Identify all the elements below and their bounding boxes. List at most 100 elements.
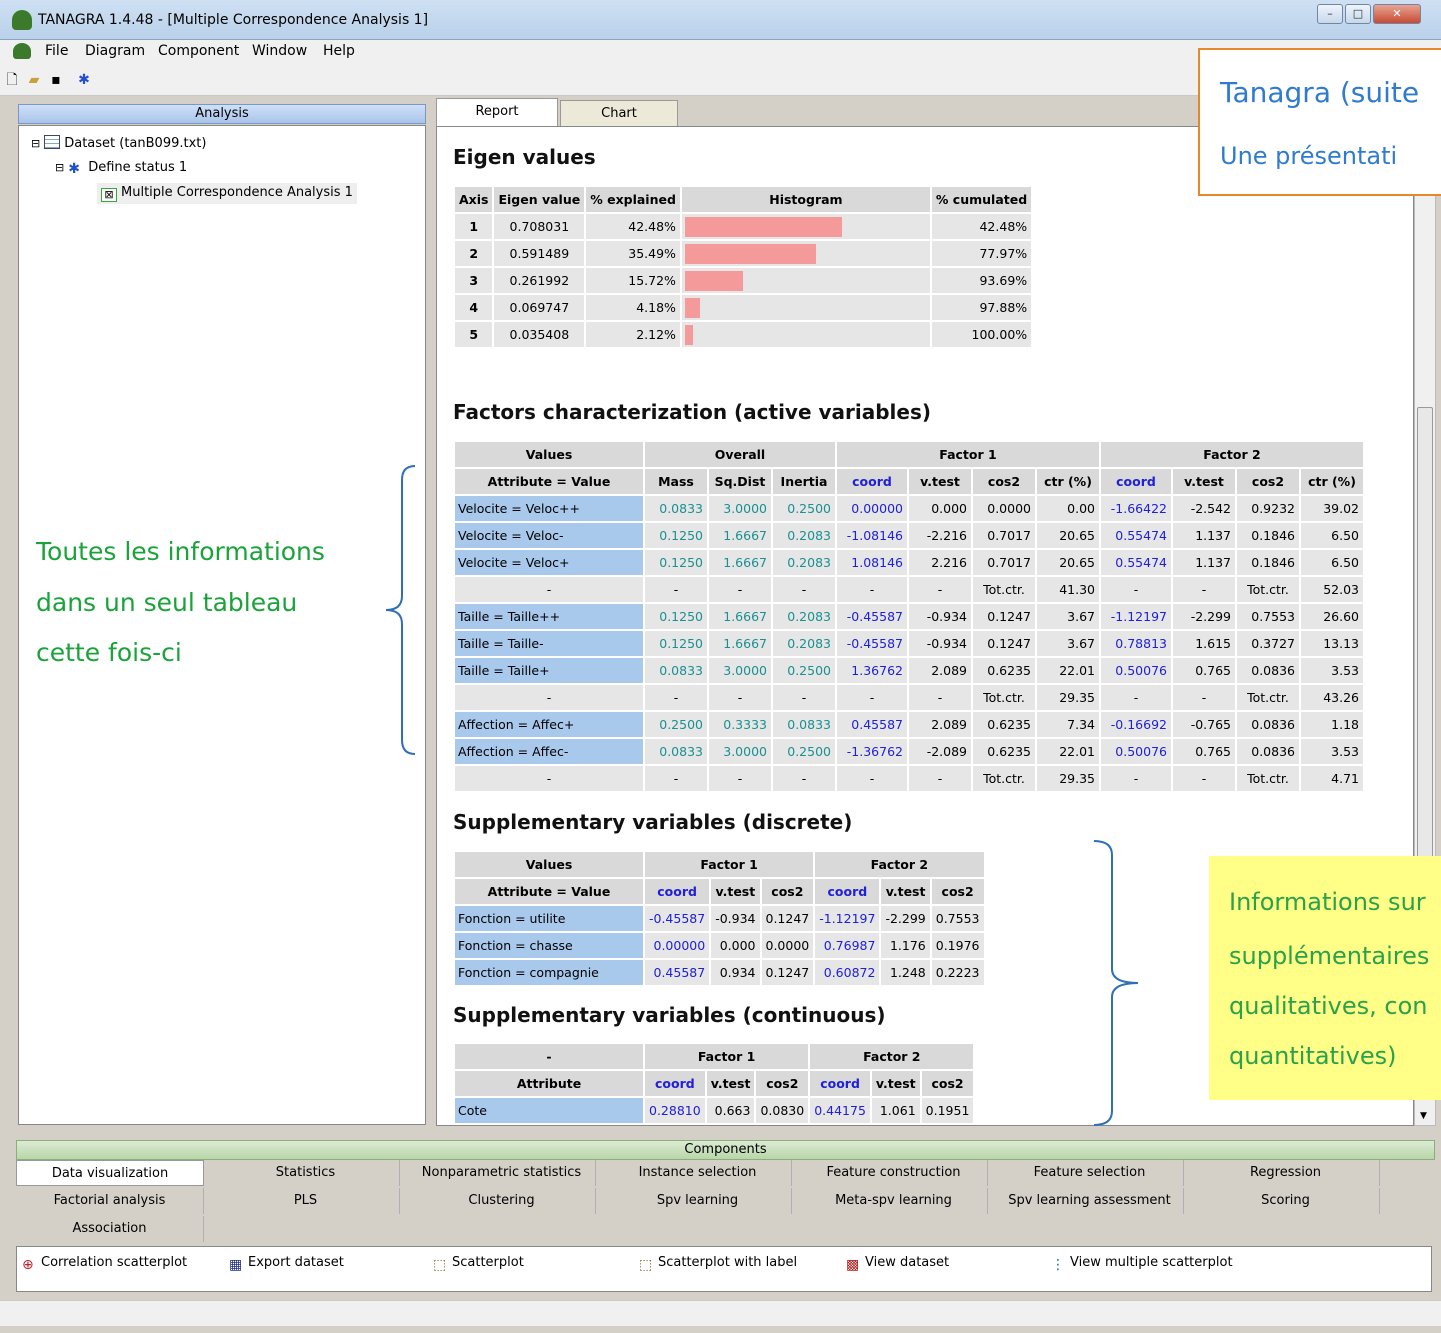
eigen-row: 5 0.035408 2.12% 100.00% <box>455 322 1032 347</box>
menu-window[interactable]: Window <box>252 43 307 59</box>
scroll-thumb[interactable] <box>1417 407 1433 867</box>
table-cell: 0.50076 <box>1101 739 1171 764</box>
table-cell: 0.0000 <box>761 933 814 958</box>
table-cell: 29.35 <box>1037 685 1099 710</box>
table-cell: 0.00000 <box>645 933 710 958</box>
component-item[interactable]: ⊕ Correlation scatterplot <box>22 1255 187 1273</box>
column-header: coord <box>645 1071 705 1096</box>
table-cell: Taille = Taille- <box>455 631 643 656</box>
table-cell: 13.13 <box>1301 631 1363 656</box>
menu-diagram[interactable]: Diagram <box>85 43 145 59</box>
component-tab[interactable]: Regression <box>1192 1160 1380 1186</box>
table-cell: 0.0833 <box>645 658 707 683</box>
eigen-header: Axis <box>455 187 493 212</box>
component-tab[interactable]: Scoring <box>1192 1188 1380 1214</box>
component-item[interactable]: ▦ Export dataset <box>229 1255 344 1273</box>
table-cell: 0.1846 <box>1237 523 1299 548</box>
table-cell: 1.137 <box>1173 550 1235 575</box>
table-cell: - <box>455 766 643 791</box>
table-row: Taille = Taille++ 0.1250 1.6667 0.2083 -0.45… <box>455 604 1363 629</box>
eigen-value: 0.708031 <box>494 214 585 239</box>
table-cell: 0.1976 <box>931 933 984 958</box>
column-header: ctr (%) <box>1037 469 1099 494</box>
eigen-cumulated: 42.48% <box>931 214 1032 239</box>
collapse-icon[interactable]: ⊟ <box>55 161 64 174</box>
table-cell: 1.137 <box>1173 523 1235 548</box>
component-tab[interactable]: Feature construction <box>800 1160 988 1186</box>
minimize-button[interactable]: – <box>1317 4 1343 24</box>
open-folder-icon[interactable]: ▰ <box>26 72 42 88</box>
tab-chart[interactable]: Chart <box>560 100 678 128</box>
table-cell: 4.71 <box>1301 766 1363 791</box>
eigen-row: 3 0.261992 15.72% 93.69% <box>455 268 1032 293</box>
component-item[interactable]: ▩ View dataset <box>846 1255 949 1273</box>
component-tab[interactable]: Feature selection <box>996 1160 1184 1186</box>
table-cell: 2.089 <box>909 658 971 683</box>
new-file-icon[interactable]: 🗋 <box>4 72 20 88</box>
close-button[interactable]: ✕ <box>1373 4 1421 24</box>
menu-file[interactable]: File <box>45 43 68 59</box>
table-cell: Taille = Taille+ <box>455 658 643 683</box>
table-cell: Tot.ctr. <box>1237 766 1299 791</box>
table-cell: 3.67 <box>1037 604 1099 629</box>
tree-node-define-status[interactable]: ⊟ ✱ Define status 1 <box>55 160 187 176</box>
save-icon[interactable]: ▪ <box>48 72 64 88</box>
tanagra-menu-icon[interactable] <box>13 43 31 59</box>
table-cell: -0.16692 <box>1101 712 1171 737</box>
tab-report[interactable]: Report <box>436 98 558 127</box>
annotation-title: Tanagra (suite <box>1220 76 1420 109</box>
table-cell: 0.6235 <box>973 658 1035 683</box>
collapse-icon[interactable]: ⊟ <box>31 137 40 150</box>
eigen-explained: 15.72% <box>586 268 680 293</box>
component-tab[interactable]: Nonparametric statistics <box>408 1160 596 1186</box>
component-item-label: Export dataset <box>248 1255 344 1270</box>
eigen-header: % cumulated <box>931 187 1032 212</box>
table-cell: 0.76987 <box>815 933 880 958</box>
table-cell: 1.6667 <box>709 631 771 656</box>
group-header: Factor 1 <box>645 852 814 877</box>
component-item[interactable]: ⬚ Scatterplot with label <box>639 1255 797 1273</box>
component-tab[interactable]: Instance selection <box>604 1160 792 1186</box>
component-tab[interactable]: PLS <box>212 1188 400 1214</box>
table-cell: 0.2083 <box>773 550 835 575</box>
component-tab[interactable]: Statistics <box>212 1160 400 1186</box>
eigen-cumulated: 97.88% <box>931 295 1032 320</box>
table-cell: 0.7017 <box>973 550 1035 575</box>
table-cell: 0.0830 <box>756 1098 809 1123</box>
menu-component[interactable]: Component <box>158 43 239 59</box>
execute-icon[interactable]: ✱ <box>76 72 92 88</box>
component-tab[interactable]: Data visualization <box>16 1160 204 1186</box>
tree-node-dataset[interactable]: ⊟ Dataset (tanB099.txt) <box>31 135 206 151</box>
eigen-cumulated: 100.00% <box>931 322 1032 347</box>
table-cell: 6.50 <box>1301 523 1363 548</box>
component-tab[interactable]: Meta-spv learning <box>800 1188 988 1214</box>
scroll-down-arrow-icon[interactable]: ▼ <box>1420 1111 1427 1121</box>
eigen-value: 0.591489 <box>494 241 585 266</box>
component-tab[interactable]: Spv learning assessment <box>996 1188 1184 1214</box>
component-item[interactable]: ⬚ Scatterplot <box>433 1255 524 1273</box>
component-tab[interactable]: Spv learning <box>604 1188 792 1214</box>
column-header: Inertia <box>773 469 835 494</box>
total-row: - - - - - - Tot.ctr. 29.35- - Tot.ctr. 43.26 <box>455 685 1363 710</box>
column-header: coord <box>815 879 880 904</box>
table-cell: 0.2500 <box>645 712 707 737</box>
menu-help[interactable]: Help <box>323 43 355 59</box>
tree-node-label: Multiple Correspondence Analysis 1 <box>121 185 353 200</box>
component-tab[interactable]: Clustering <box>408 1188 596 1214</box>
table-cell: 26.60 <box>1301 604 1363 629</box>
table-cell: 0.45587 <box>837 712 907 737</box>
table-cell: - <box>837 577 907 602</box>
component-tab[interactable]: Factorial analysis <box>16 1188 204 1214</box>
table-cell: 22.01 <box>1037 658 1099 683</box>
eigen-histogram-cell <box>681 268 930 293</box>
eigen-axis: 2 <box>455 241 493 266</box>
export-dataset-icon: ▦ <box>229 1257 243 1273</box>
component-item[interactable]: ⋮ View multiple scatterplot <box>1051 1255 1233 1273</box>
maximize-button[interactable]: □ <box>1345 4 1371 24</box>
window-title: TANAGRA 1.4.48 - [Multiple Correspondenc… <box>38 12 429 28</box>
table-row: Velocite = Veloc+ 0.1250 1.6667 0.2083 1.081… <box>455 550 1363 575</box>
table-cell: 0.00 <box>1037 496 1099 521</box>
table-cell: -0.45587 <box>837 631 907 656</box>
component-tab[interactable]: Association <box>16 1216 204 1242</box>
tree-node-mca[interactable]: ⊠ Multiple Correspondence Analysis 1 <box>97 183 357 204</box>
